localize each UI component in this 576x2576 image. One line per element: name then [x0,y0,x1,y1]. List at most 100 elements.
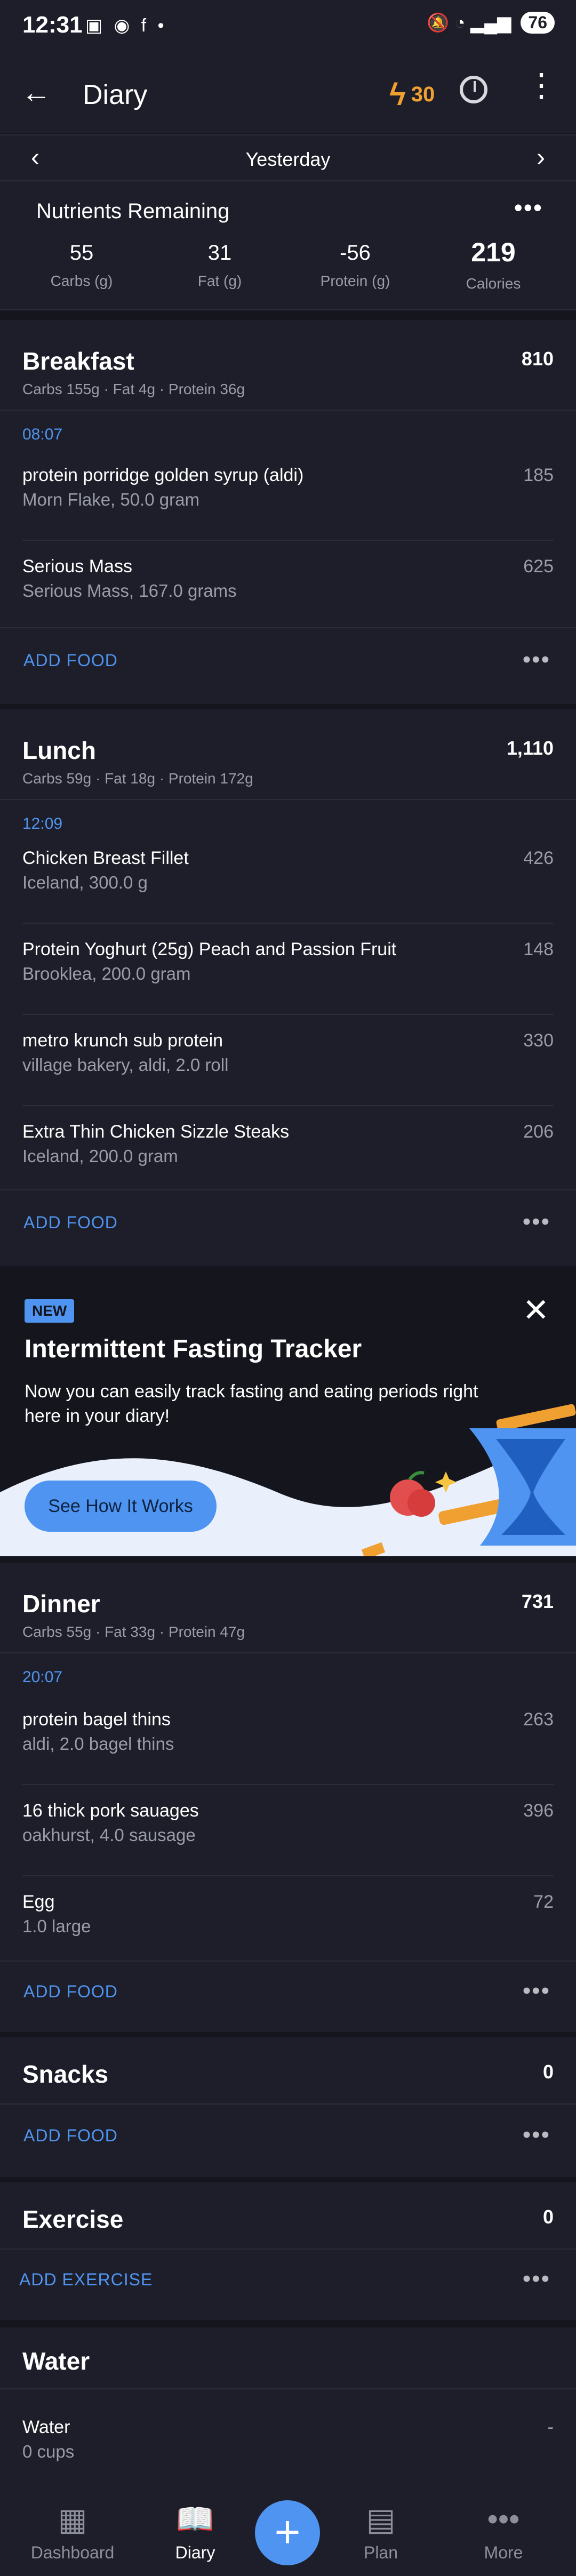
overflow-menu-icon[interactable]: ⋮ [525,69,557,101]
meal-time[interactable]: 12:09 [22,815,62,833]
meal-card-lunch: Lunch 1,110 Carbs 59g · Fat 18g · Protei… [0,709,576,1189]
add-exercise-button[interactable]: ADD EXERCISE [19,2270,153,2290]
meal-card-dinner: Dinner 731 Carbs 55g · Fat 33g · Protein… [0,1563,576,1961]
notification-icons: ▣ ◉ f • [85,15,167,36]
divider [22,540,554,541]
nav-plan[interactable]: ▤ Plan [327,2480,434,2576]
meal-macros: Carbs 55g · Fat 33g · Protein 47g [22,1623,245,1640]
nav-label: Dashboard [30,2543,115,2562]
nutrient-label: Fat (g) [197,273,242,289]
nutrient-protein: -56 Protein (g) [302,241,409,290]
meal-macros: Carbs 59g · Fat 18g · Protein 172g [22,770,253,787]
food-name: Chicken Breast Fillet [22,848,189,868]
nutrient-value: 55 [69,241,94,265]
food-item[interactable]: protein bagel thins aldi, 2.0 bagel thin… [22,1709,554,1800]
water-title[interactable]: Water [22,2347,90,2375]
meal-card-breakfast: Breakfast 810 Carbs 155g · Fat 4g · Prot… [0,320,576,627]
streak-button[interactable]: ϟ 30 [389,77,435,113]
meal-title[interactable]: Breakfast [22,347,134,375]
food-detail: Brooklea, 200.0 gram [22,964,191,983]
nav-label: Diary [175,2543,215,2562]
food-item[interactable]: protein porridge golden syrup (aldi) Mor… [22,465,554,556]
food-calories: 185 [523,465,554,485]
nav-diary[interactable]: 📖 Diary [142,2480,249,2576]
divider [22,1105,554,1106]
meal-actions-lunch: ADD FOOD ••• [0,1189,576,1266]
food-name: Protein Yoghurt (25g) Peach and Passion … [22,939,397,959]
more-icon[interactable]: ••• [523,1978,550,2004]
exercise-title[interactable]: Exercise [22,2205,123,2234]
nutrition-chart-icon[interactable] [460,76,487,103]
food-calories: 148 [523,939,554,959]
see-how-it-works-button[interactable]: See How It Works [25,1481,217,1532]
meal-title[interactable]: Lunch [22,736,96,765]
nutrient-value: -56 [340,241,371,265]
streak-count: 30 [411,83,435,106]
food-calories: 396 [523,1801,554,1821]
food-calories: 330 [523,1030,554,1051]
food-name: Extra Thin Chicken Sizzle Steaks [22,1122,290,1142]
meal-time[interactable]: 20:07 [22,1668,62,1686]
meal-calories: 810 [521,348,554,370]
water-item-detail: 0 cups [22,2442,75,2461]
meal-title[interactable]: Dinner [22,1589,100,1618]
meal-time[interactable]: 08:07 [22,426,62,444]
more-dots-icon: ••• [487,2502,520,2537]
add-button[interactable]: + [255,2500,320,2565]
food-detail: Iceland, 200.0 gram [22,1146,178,1166]
divider [0,410,576,411]
promo-description: Now you can easily track fasting and eat… [25,1381,478,1426]
back-arrow-icon[interactable]: ← [21,75,51,109]
nutrient-carbs: 55 Carbs (g) [28,241,135,290]
divider [22,923,554,924]
more-icon[interactable]: ••• [523,2122,550,2148]
date-label[interactable]: Yesterday [0,148,576,171]
more-icon[interactable]: ••• [523,2266,550,2292]
app-bar: ← Diary ϟ 30 ⋮ [0,53,576,133]
add-food-button[interactable]: ADD FOOD [23,651,118,670]
food-name: metro krunch sub protein [22,1030,223,1051]
food-detail: Morn Flake, 50.0 gram [22,490,199,509]
food-name: protein bagel thins [22,1709,171,1730]
meal-calories: 1,110 [506,737,554,759]
food-item[interactable]: Protein Yoghurt (25g) Peach and Passion … [22,939,554,1030]
nav-more[interactable]: ••• More [450,2480,557,2576]
divider [0,799,576,800]
chevron-right-icon[interactable]: › [537,143,545,172]
food-calories: 206 [523,1122,554,1142]
food-item[interactable]: metro krunch sub protein village bakery,… [22,1030,554,1121]
nav-dashboard[interactable]: ▦ Dashboard [19,2480,126,2576]
close-icon[interactable]: ✕ [523,1292,549,1329]
add-food-button[interactable]: ADD FOOD [23,1982,118,2002]
more-icon[interactable]: ••• [523,1209,550,1235]
battery-indicator: 76 [521,12,555,34]
food-detail: 1.0 large [22,1916,91,1936]
meal-actions-breakfast: ADD FOOD ••• [0,627,576,704]
water-item-value: - [547,2417,554,2437]
meal-calories: 0 [542,2061,554,2083]
meal-title[interactable]: Snacks [22,2060,108,2089]
meal-calories: 731 [521,1590,554,1612]
more-icon[interactable]: ••• [523,646,550,673]
nutrient-calories: 219 Calories [440,237,547,292]
date-navigator: ‹ Yesterday › [0,134,576,181]
food-detail: village bakery, aldi, 2.0 roll [22,1055,229,1075]
status-bar: 12:31 ▣ ◉ f • 🔕 ◔ ▂▄▆ 76 [0,0,576,53]
promo-title: Intermittent Fasting Tracker [25,1335,362,1363]
nutrients-more-icon[interactable]: ••• [514,193,543,222]
food-item[interactable]: 16 thick pork sauages oakhurst, 4.0 saus… [22,1801,554,1891]
food-calories: 426 [523,848,554,868]
nutrient-label: Protein (g) [320,273,390,289]
food-calories: 263 [523,1709,554,1730]
nav-label: More [484,2543,523,2562]
status-time: 12:31 [22,12,83,38]
nutrient-value: 31 [207,241,232,265]
water-item-name: Water [22,2417,70,2437]
add-food-button[interactable]: ADD FOOD [23,2126,118,2146]
exercise-calories: 0 [542,2206,554,2228]
add-food-button[interactable]: ADD FOOD [23,1213,118,1233]
food-item[interactable]: Chicken Breast Fillet Iceland, 300.0 g 4… [22,848,554,939]
meal-macros: Carbs 155g · Fat 4g · Protein 36g [22,381,245,397]
food-name: Egg [22,1892,55,1912]
food-name: 16 thick pork sauages [22,1801,199,1821]
